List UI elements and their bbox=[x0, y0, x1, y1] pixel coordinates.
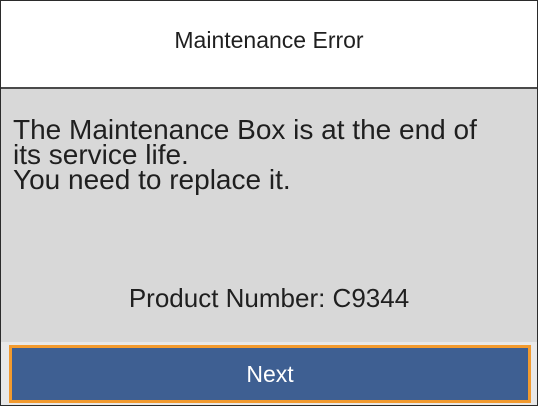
button-bar: Next bbox=[1, 342, 537, 405]
next-button[interactable]: Next bbox=[9, 345, 531, 403]
error-message: The Maintenance Box is at the end of its… bbox=[13, 116, 533, 195]
printer-screen: Maintenance Error The Maintenance Box is… bbox=[0, 0, 538, 406]
product-number: Product Number: C9344 bbox=[128, 283, 410, 313]
screen-title: Maintenance Error bbox=[174, 26, 364, 53]
error-message-line-3: You need to replace it. bbox=[13, 164, 291, 195]
message-panel: The Maintenance Box is at the end of its… bbox=[1, 89, 537, 342]
title-bar: Maintenance Error bbox=[1, 1, 537, 89]
